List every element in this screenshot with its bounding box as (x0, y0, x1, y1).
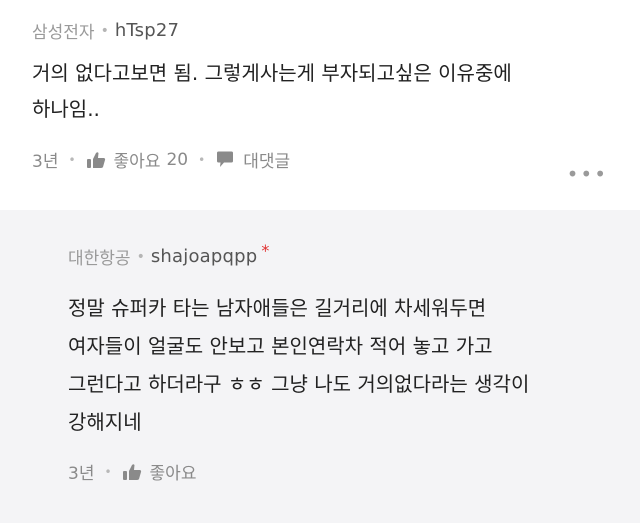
like-label: 좋아요 (149, 464, 197, 484)
company-name[interactable]: 삼성전자 (32, 18, 95, 43)
thumbs-up-icon (86, 151, 106, 169)
comment-line: 정말 슈퍼카 타는 남자애들은 길거리에 차세워두면 (68, 296, 487, 320)
reply-button[interactable]: 대댓글 (215, 147, 290, 172)
action-separator: • (68, 152, 76, 167)
comment-meta: 삼성전자 • hTsp27 (32, 18, 640, 43)
reply-label: 대댓글 (243, 152, 291, 172)
comment-meta: 대한항공 • shajoapqpp * (68, 241, 640, 269)
comment-line: 강해지네 (68, 410, 142, 434)
author-star-badge: * (261, 241, 270, 260)
meta-separator: • (100, 22, 109, 39)
like-button[interactable]: 좋아요 (122, 459, 197, 484)
more-options-button[interactable]: ••• (567, 162, 608, 186)
nickname[interactable]: hTsp27 (115, 20, 179, 41)
comment-line: 그런다고 하더라구 ㅎㅎ 그냥 나도 거의없다라는 생각이 (68, 372, 530, 396)
like-label: 좋아요 (113, 152, 161, 172)
comment-line: 거의 없다고보면 됨. 그렇게사는게 부자되고싶은 이유중에 (32, 61, 512, 85)
comment-actions: 3년 • 좋아요 (68, 459, 640, 484)
action-separator: • (198, 152, 206, 167)
comment-actions: 3년 • 좋아요 20 • 대댓글 (32, 147, 640, 173)
comment-body: 거의 없다고보면 됨. 그렇게사는게 부자되고싶은 이유중에 하나임.. (32, 55, 622, 127)
company-name[interactable]: 대한항공 (68, 244, 131, 269)
comment-line: 여자들이 얼굴도 안보고 본인연락차 적어 놓고 가고 (68, 334, 493, 358)
like-count: 20 (166, 149, 189, 170)
comment-time: 3년 (32, 152, 59, 172)
comment-body: 정말 슈퍼카 타는 남자애들은 길거리에 차세워두면 여자들이 얼굴도 안보고 … (68, 289, 588, 441)
like-button[interactable]: 좋아요 20 (86, 147, 189, 172)
thumbs-up-icon (122, 463, 142, 481)
comment: 삼성전자 • hTsp27 거의 없다고보면 됨. 그렇게사는게 부자되고싶은 … (0, 0, 640, 210)
action-separator: • (104, 464, 112, 479)
speech-bubble-icon (215, 151, 235, 169)
comment-line: 하나임.. (32, 97, 100, 121)
meta-separator: • (136, 248, 145, 265)
comment-time: 3년 (68, 464, 95, 484)
reply-comment: 대한항공 • shajoapqpp * 정말 슈퍼카 타는 남자애들은 길거리에… (0, 210, 640, 523)
nickname[interactable]: shajoapqpp (151, 246, 258, 267)
